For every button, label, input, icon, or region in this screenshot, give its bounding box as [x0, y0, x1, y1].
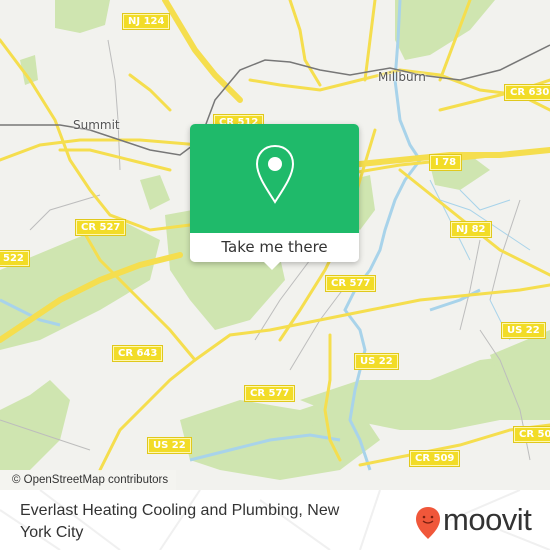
place-label-summit: Summit [73, 118, 120, 132]
road-shield-522: 522 [0, 251, 29, 266]
streams [429, 179, 531, 341]
moovit-pin-icon [416, 507, 440, 539]
road-shield-cr-527: CR 527 [76, 220, 126, 235]
road-shield-i-78: I 78 [430, 155, 462, 170]
popup-pointer [263, 261, 281, 270]
moovit-wordmark: moovit [443, 502, 532, 537]
road-shield-nj-82: NJ 82 [451, 222, 491, 237]
popup-header [190, 124, 359, 233]
road-shield-cr-630: CR 630 [505, 85, 550, 100]
take-me-there-button[interactable]: Take me there [190, 233, 359, 262]
road-shield-cr-577-north: CR 577 [326, 276, 376, 291]
place-label-millburn: Millburn [378, 70, 426, 84]
location-popup: Take me there [190, 124, 359, 270]
footer: Everlast Heating Cooling and Plumbing, N… [0, 490, 550, 550]
road-shield-us-22-east: US 22 [502, 323, 545, 338]
road-shield-cr-509-east: CR 509 [514, 427, 550, 442]
road-shield-cr-643: CR 643 [113, 346, 163, 361]
place-title: Everlast Heating Cooling and Plumbing, N… [20, 502, 340, 541]
road-shield-nj-124: NJ 124 [123, 14, 170, 29]
road-shield-us-22-center: US 22 [355, 354, 398, 369]
map[interactable]: Summit Millburn NJ 124 CR 512 CR 630 I 7… [0, 0, 550, 490]
road-shield-us-22-west: US 22 [148, 438, 191, 453]
road-shield-cr-509-south: CR 509 [410, 451, 460, 466]
road-shield-cr-577-south: CR 577 [245, 386, 295, 401]
map-pin-icon [255, 144, 295, 204]
map-attribution[interactable]: © OpenStreetMap contributors [0, 470, 177, 490]
